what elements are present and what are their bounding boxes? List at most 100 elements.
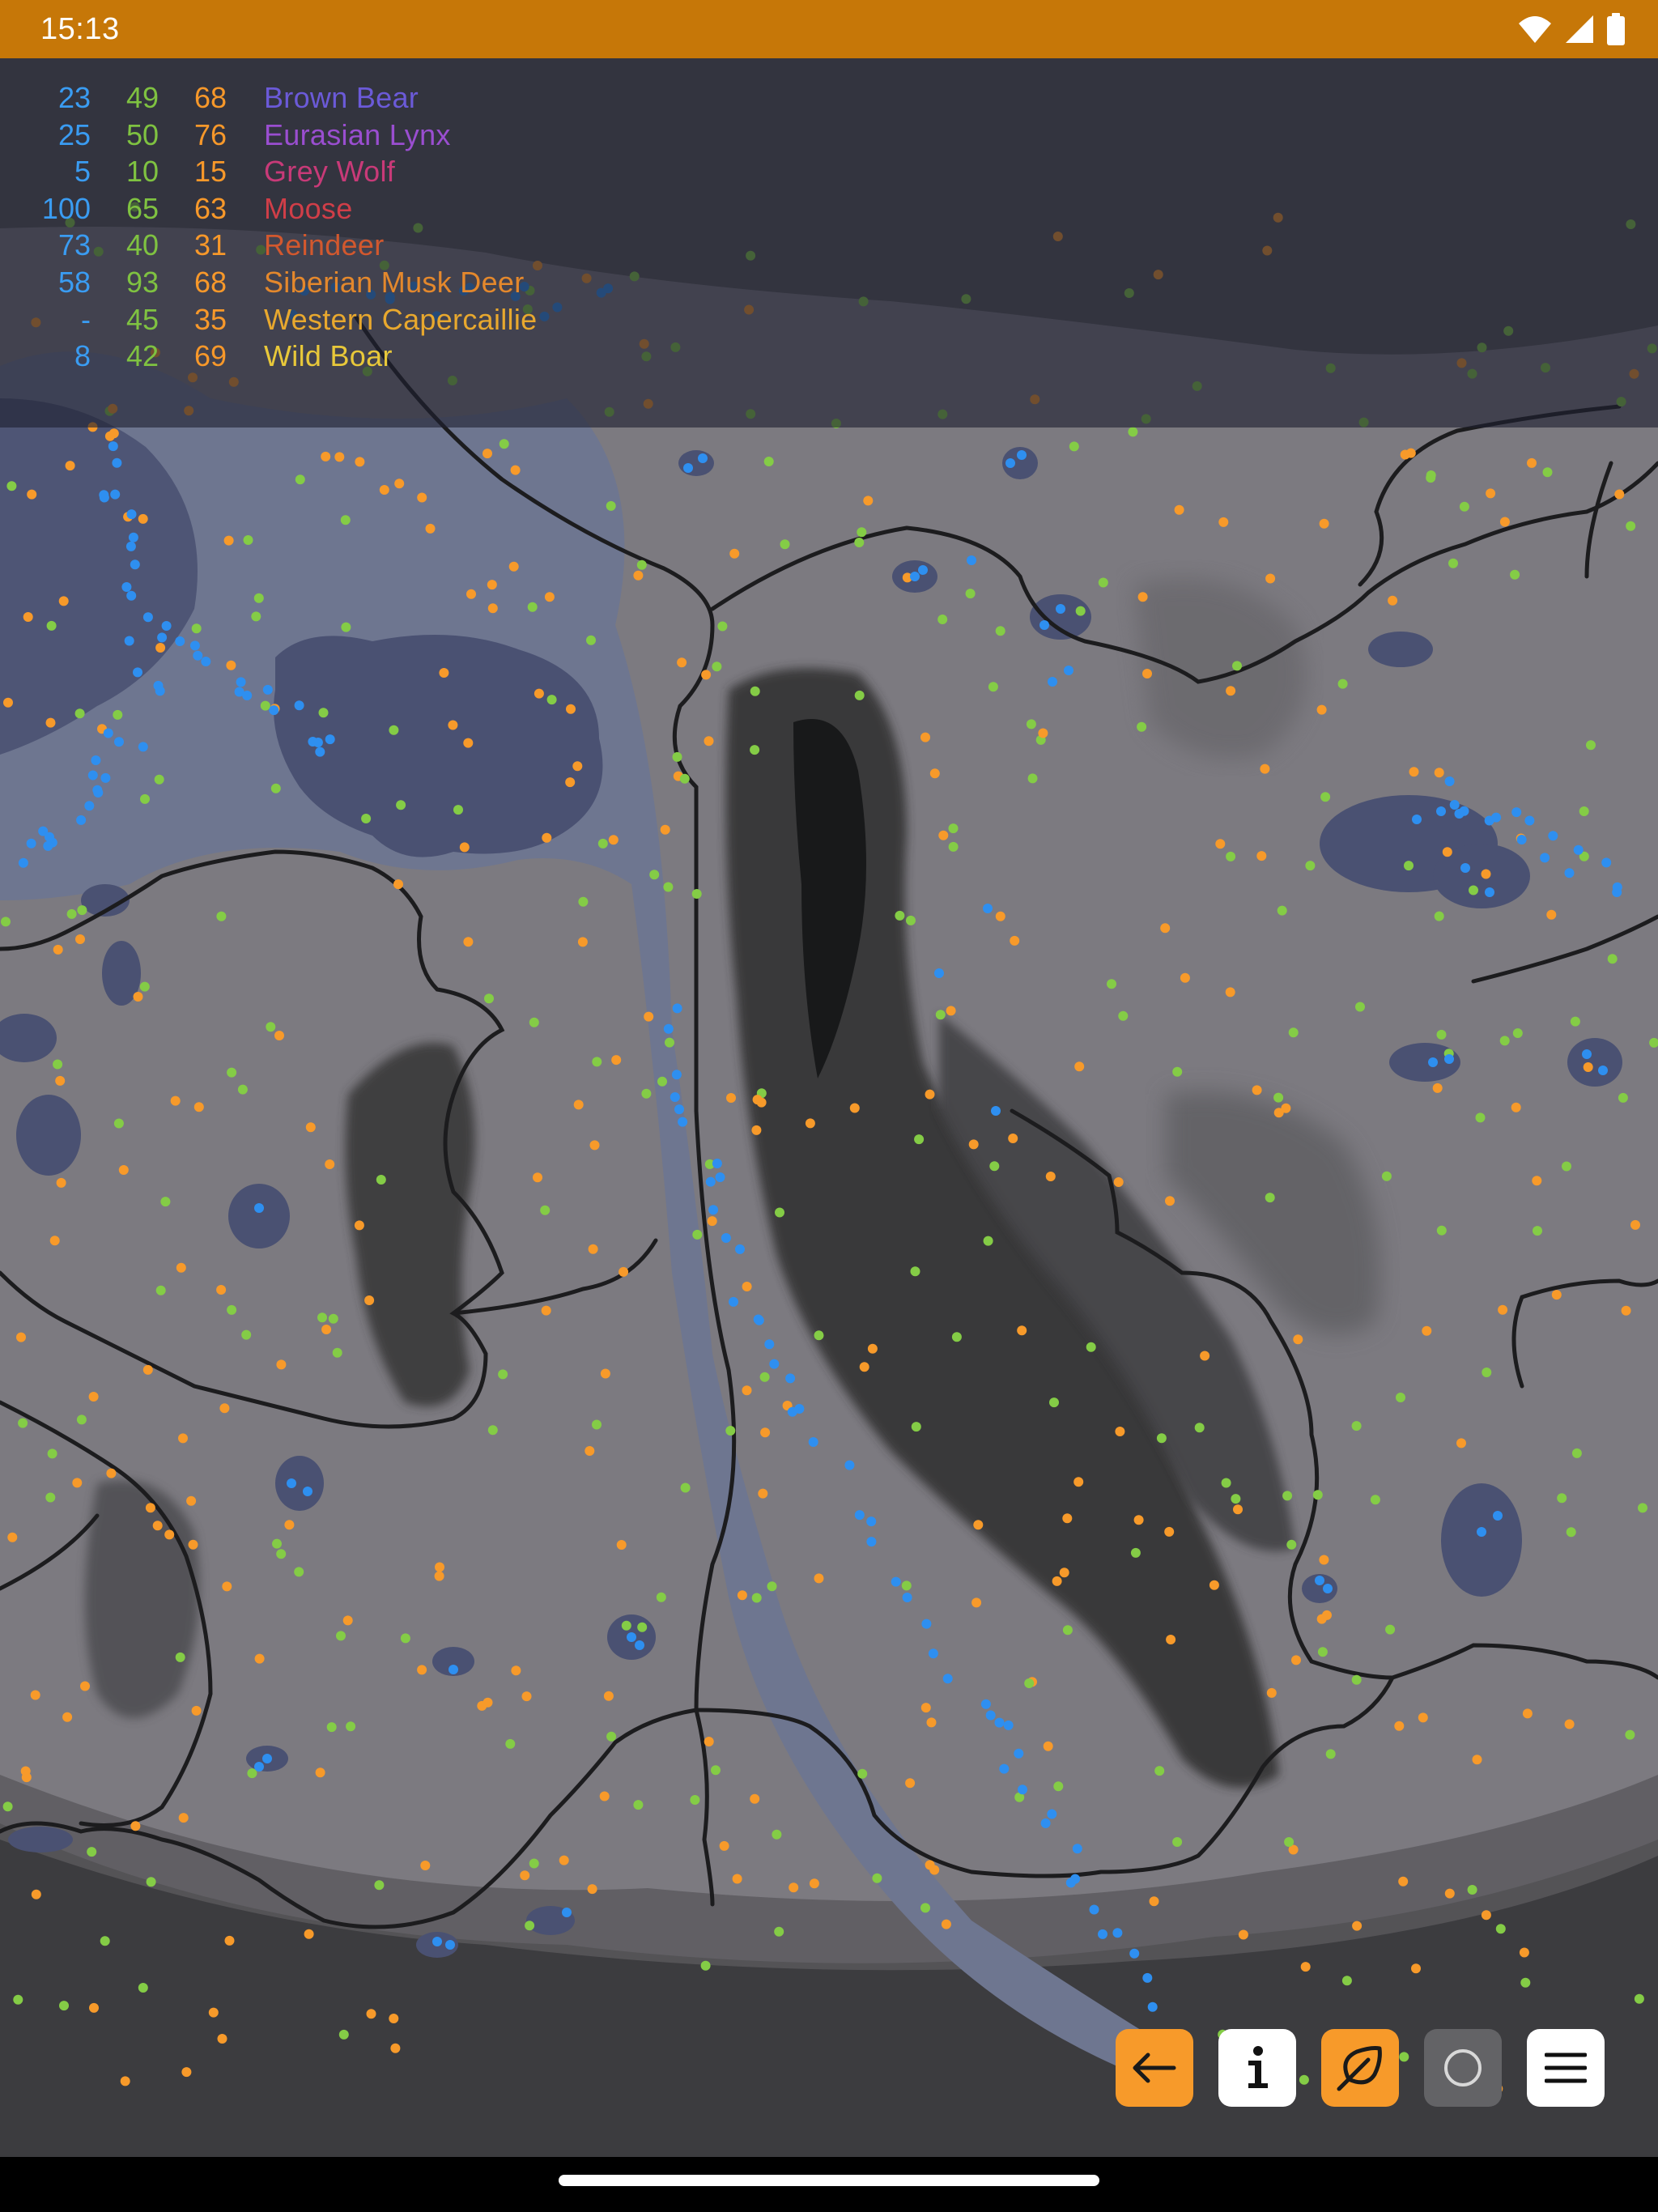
- wildlife-dot: [1434, 768, 1444, 778]
- info-icon: [1248, 2046, 1268, 2088]
- wildlife-dot: [304, 1929, 314, 1939]
- wildlife-dot: [164, 1529, 175, 1540]
- wildlife-dot: [995, 626, 1005, 636]
- wildlife-dot: [1319, 518, 1329, 529]
- wildlife-dot: [1516, 835, 1527, 844]
- wildlife-dot: [342, 1615, 353, 1626]
- wildlife-dot: [269, 705, 279, 716]
- lake: [16, 1095, 81, 1176]
- wildlife-dot: [1115, 1427, 1125, 1436]
- wildlife-dot: [142, 1364, 153, 1375]
- wildlife-dot: [1355, 1002, 1365, 1012]
- wildlife-dot: [541, 1305, 551, 1316]
- wildlife-dot: [364, 1295, 375, 1305]
- wildlife-dot: [191, 1705, 202, 1716]
- wildlife-dot: [140, 793, 150, 804]
- wildlife-dot: [588, 1244, 598, 1254]
- wildlife-dot: [1194, 1423, 1205, 1433]
- wildlife-dot: [525, 1921, 535, 1931]
- wildlife-dot: [540, 1205, 551, 1215]
- legend-count-3: 35: [193, 302, 227, 336]
- wildlife-dot: [308, 737, 318, 747]
- legend-row: 5 10 15 Grey Wolf: [0, 153, 1658, 190]
- wildlife-dot: [926, 1717, 937, 1728]
- wildlife-dot: [1612, 882, 1622, 892]
- wildlife-dot: [637, 1622, 648, 1632]
- wildlife-dot: [980, 1699, 991, 1709]
- wildlife-dot: [1265, 573, 1276, 584]
- wildlife-dot: [6, 481, 17, 491]
- wildlife-dot: [814, 1330, 824, 1341]
- legend-count-3: 31: [193, 228, 227, 262]
- wildlife-dot: [1546, 909, 1557, 920]
- wildlife-dot: [216, 911, 227, 921]
- wildlife-dot: [1305, 861, 1316, 871]
- wildlife-dot: [113, 709, 123, 720]
- back-button[interactable]: [1116, 2029, 1193, 2107]
- wildlife-dot: [1472, 1755, 1482, 1765]
- wildlife-dot: [31, 1889, 41, 1899]
- wildlife-dot: [859, 1362, 869, 1372]
- wildlife-dot: [902, 1593, 912, 1602]
- wildlife-dot: [1317, 1647, 1328, 1657]
- arrow-left-icon: [1133, 2052, 1176, 2083]
- wildlife-dot: [597, 838, 608, 849]
- wildlife-dot: [394, 479, 405, 489]
- wildlife-dot: [1322, 1610, 1332, 1620]
- legend-row: 8 42 69 Wild Boar: [0, 338, 1658, 375]
- wildlife-dot: [732, 1874, 742, 1884]
- wildlife-dot: [948, 841, 959, 852]
- wildlife-dot: [712, 1159, 722, 1168]
- wildlife-dot: [663, 1023, 674, 1034]
- wildlife-dot: [1557, 1493, 1567, 1504]
- wildlife-dot: [534, 688, 544, 699]
- wildlife-dot: [1098, 1929, 1107, 1939]
- wildlife-dot: [27, 489, 37, 500]
- wildlife-dot: [599, 1791, 610, 1802]
- wildlife-dot: [1398, 1876, 1409, 1887]
- wildlife-dot: [1512, 1028, 1523, 1038]
- wildlife-dot: [340, 515, 351, 525]
- wildlife-dot: [1156, 1433, 1167, 1444]
- lake: [228, 1184, 290, 1249]
- wildlife-dot: [1370, 1495, 1380, 1505]
- wildlife-dot: [814, 1573, 824, 1584]
- wildlife-dot: [445, 1940, 455, 1950]
- wildlife-dot: [772, 1829, 782, 1840]
- circle-button[interactable]: [1424, 2029, 1502, 2107]
- legend-count-3: 76: [193, 117, 227, 151]
- wildlife-dot: [616, 1540, 627, 1550]
- wildlife-dot: [1142, 669, 1152, 678]
- wildlife-dot: [1165, 1196, 1175, 1206]
- wildlife-dot: [1226, 851, 1236, 861]
- wildlife-dot: [1540, 853, 1550, 863]
- wildlife-dot: [742, 1385, 752, 1396]
- wildlife-dot: [175, 1652, 185, 1662]
- wildlife-dot: [1527, 457, 1537, 468]
- wildlife-dot: [1444, 776, 1455, 786]
- wildlife-dot: [1284, 1837, 1295, 1847]
- wildlife-dot: [633, 570, 644, 581]
- wildlife-dot: [121, 582, 132, 592]
- wildlife-dot: [700, 1960, 711, 1971]
- home-indicator[interactable]: [559, 2175, 1099, 2186]
- menu-button[interactable]: [1527, 2029, 1605, 2107]
- wildlife-dot: [891, 1576, 901, 1587]
- wildlife-dot: [483, 449, 492, 459]
- wildlife-dot: [529, 1858, 539, 1869]
- wildlife-dot: [1231, 1494, 1241, 1504]
- wildlife-dot: [178, 1433, 188, 1444]
- wildlife-dot: [1409, 767, 1419, 777]
- wildlife-dot: [80, 1681, 90, 1691]
- wildlife-dot: [1018, 1784, 1027, 1795]
- wildlife-dot: [1485, 887, 1494, 897]
- leaf-button[interactable]: [1321, 2029, 1399, 2107]
- wildlife-dot: [1625, 1729, 1635, 1740]
- info-button[interactable]: [1218, 2029, 1296, 2107]
- wildlife-dot: [138, 1983, 148, 1993]
- wildlife-dot: [1428, 1057, 1438, 1067]
- wildlife-dot: [20, 1766, 31, 1776]
- wildlife-dot: [1118, 1010, 1129, 1021]
- wildlife-dot: [1073, 1477, 1084, 1487]
- wildlife-dot: [1510, 569, 1520, 580]
